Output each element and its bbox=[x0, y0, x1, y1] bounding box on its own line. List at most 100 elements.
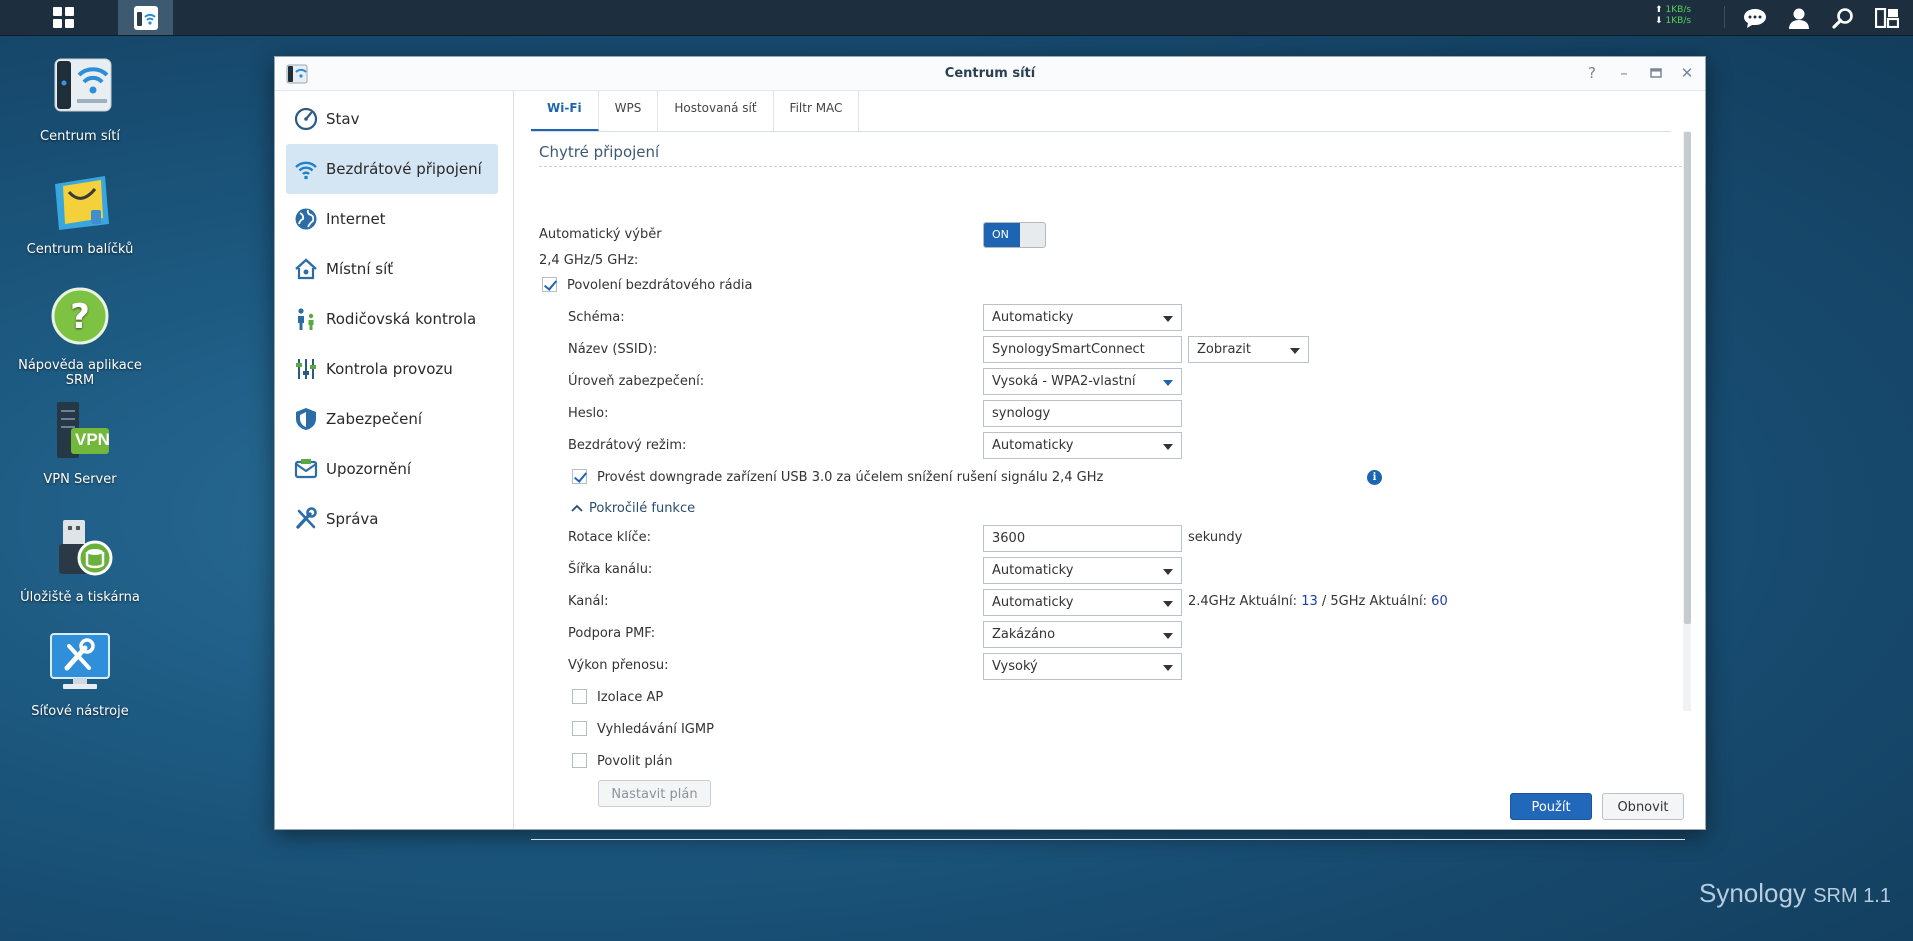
enable-radio-label: Povolení bezdrátového rádia bbox=[567, 278, 753, 293]
svg-text:?: ? bbox=[70, 297, 90, 337]
close-button[interactable]: ✕ bbox=[1676, 63, 1698, 83]
user-button[interactable] bbox=[1777, 0, 1821, 35]
window-titlebar[interactable]: Centrum sítí ? – ✕ bbox=[275, 57, 1705, 91]
user-icon bbox=[1789, 8, 1809, 29]
info-icon[interactable]: i bbox=[1367, 470, 1382, 485]
channel-width-value: Automaticky bbox=[992, 563, 1074, 578]
ssid-label: Název (SSID): bbox=[568, 342, 658, 357]
download-speed: 1KB/s bbox=[1665, 16, 1692, 26]
auto-select-toggle[interactable]: ON bbox=[983, 222, 1046, 248]
network-tools-icon bbox=[47, 632, 113, 698]
password-value: synology bbox=[992, 406, 1051, 421]
chevron-down-icon bbox=[1290, 348, 1300, 354]
tab-guest-network[interactable]: Hostovaná síť bbox=[658, 91, 774, 131]
desktop-icon-vpn-server[interactable]: VPN VPN Server bbox=[5, 400, 155, 487]
main-menu-button[interactable] bbox=[36, 0, 91, 35]
tab-wifi[interactable]: Wi-Fi bbox=[531, 91, 599, 131]
enable-radio-checkbox[interactable] bbox=[542, 277, 557, 292]
igmp-label: Vyhledávání IGMP bbox=[597, 722, 714, 737]
desktop-icon-label: Úložiště a tiskárna bbox=[20, 590, 140, 605]
apply-button[interactable]: Použít bbox=[1510, 793, 1592, 820]
maximize-button[interactable] bbox=[1645, 63, 1667, 83]
notification-icon bbox=[293, 456, 319, 482]
sidebar-item-wireless[interactable]: Bezdrátové připojení bbox=[286, 144, 498, 194]
ap-isolation-label: Izolace AP bbox=[597, 690, 664, 705]
sidebar-item-label: Rodičovská kontrola bbox=[326, 310, 477, 328]
schema-select[interactable]: Automaticky bbox=[983, 304, 1182, 331]
help-icon: ? bbox=[47, 286, 113, 352]
channel-5-value: 60 bbox=[1431, 594, 1448, 609]
channel-info-prefix: 2.4GHz Aktuální: bbox=[1188, 594, 1298, 609]
channel-width-select[interactable]: Automaticky bbox=[983, 557, 1182, 584]
chevron-down-icon bbox=[1163, 601, 1173, 607]
chevron-up-icon bbox=[571, 504, 583, 512]
sidebar-item-parental-control[interactable]: Rodičovská kontrola bbox=[286, 294, 498, 344]
taskbar-separator bbox=[1724, 6, 1725, 28]
channel-24-value: 13 bbox=[1301, 594, 1318, 609]
widgets-button[interactable] bbox=[1865, 0, 1909, 35]
pmf-value: Zakázáno bbox=[992, 627, 1056, 642]
channel-label: Kanál: bbox=[568, 594, 609, 609]
tab-mac-filter[interactable]: Filtr MAC bbox=[774, 91, 860, 131]
security-select[interactable]: Vysoká - WPA2-vlastní bbox=[983, 368, 1182, 395]
sidebar-item-internet[interactable]: Internet bbox=[286, 194, 498, 244]
sidebar-item-label: Bezdrátové připojení bbox=[326, 160, 482, 178]
schedule-checkbox[interactable] bbox=[572, 753, 587, 768]
desktop-icon-storage-printer[interactable]: Úložiště a tiskárna bbox=[5, 518, 155, 605]
key-rotation-input[interactable]: 3600 bbox=[983, 525, 1182, 552]
chat-button[interactable] bbox=[1733, 0, 1777, 35]
close-icon: ✕ bbox=[1680, 64, 1694, 82]
sidebar-item-security[interactable]: Zabezpečení bbox=[286, 394, 498, 444]
minimize-icon: – bbox=[1620, 64, 1628, 82]
channel-select[interactable]: Automaticky bbox=[983, 589, 1182, 616]
brand-name: Synology bbox=[1698, 878, 1806, 908]
sidebar-item-label: Upozornění bbox=[326, 460, 412, 478]
password-input[interactable]: synology bbox=[983, 400, 1182, 427]
advanced-label: Pokročilé funkce bbox=[589, 501, 696, 516]
usb-downgrade-checkbox[interactable] bbox=[572, 469, 587, 484]
sidebar-item-local-network[interactable]: Místní síť bbox=[286, 244, 498, 294]
chevron-down-icon bbox=[1163, 444, 1173, 450]
igmp-checkbox[interactable] bbox=[572, 721, 587, 736]
key-rotation-unit: sekundy bbox=[1188, 530, 1243, 545]
desktop-icon-network-center[interactable]: Centrum sítí bbox=[5, 57, 155, 144]
taskbar-network-center-button[interactable] bbox=[118, 0, 173, 35]
network-center-icon bbox=[133, 5, 158, 30]
minimize-button[interactable]: – bbox=[1613, 63, 1635, 83]
footer-divider bbox=[531, 839, 1685, 840]
ssid-input[interactable]: SynologySmartConnect bbox=[983, 336, 1182, 363]
sidebar-item-traffic-control[interactable]: Kontrola provozu bbox=[286, 344, 498, 394]
desktop-icon-network-tools[interactable]: Síťové nástroje bbox=[5, 632, 155, 719]
help-button[interactable]: ? bbox=[1581, 63, 1603, 83]
shield-icon bbox=[293, 406, 319, 432]
desktop-icon-label: VPN Server bbox=[43, 472, 117, 487]
desktop-icon-package-center[interactable]: Centrum balíčků bbox=[5, 170, 155, 257]
ssid-display-select[interactable]: Zobrazit bbox=[1188, 336, 1309, 363]
network-speed: ⬆ 1KB/s ⬇ 1KB/s bbox=[1655, 5, 1692, 26]
window-title: Centrum sítí bbox=[944, 66, 1036, 81]
sliders-icon bbox=[293, 356, 319, 382]
password-label: Heslo: bbox=[568, 406, 609, 421]
sidebar-item-status[interactable]: Stav bbox=[286, 94, 498, 144]
maximize-icon bbox=[1650, 68, 1662, 78]
channel-value: Automaticky bbox=[992, 595, 1074, 610]
sidebar-item-notifications[interactable]: Upozornění bbox=[286, 444, 498, 494]
schedule-label: Povolit plán bbox=[597, 754, 673, 769]
vpn-badge-label: VPN bbox=[75, 430, 110, 449]
tx-power-select[interactable]: Vysoký bbox=[983, 653, 1182, 680]
sidebar-item-label: Internet bbox=[326, 210, 386, 228]
network-center-icon bbox=[47, 57, 113, 123]
tab-wps[interactable]: WPS bbox=[599, 91, 659, 131]
wireless-mode-value: Automaticky bbox=[992, 438, 1074, 453]
wireless-mode-select[interactable]: Automaticky bbox=[983, 432, 1182, 459]
section-title: Chytré připojení bbox=[539, 143, 660, 161]
pmf-select[interactable]: Zakázáno bbox=[983, 621, 1182, 648]
refresh-button[interactable]: Obnovit bbox=[1602, 793, 1684, 820]
sidebar-item-administration[interactable]: Správa bbox=[286, 494, 498, 544]
set-schedule-button[interactable]: Nastavit plán bbox=[598, 780, 711, 807]
desktop-icon-help[interactable]: ? Nápověda aplikace SRM bbox=[5, 286, 155, 388]
search-button[interactable] bbox=[1821, 0, 1865, 35]
ap-isolation-checkbox[interactable] bbox=[572, 689, 587, 704]
scrollbar-thumb[interactable] bbox=[1684, 132, 1691, 624]
desktop-icon-label: Síťové nástroje bbox=[31, 704, 129, 719]
